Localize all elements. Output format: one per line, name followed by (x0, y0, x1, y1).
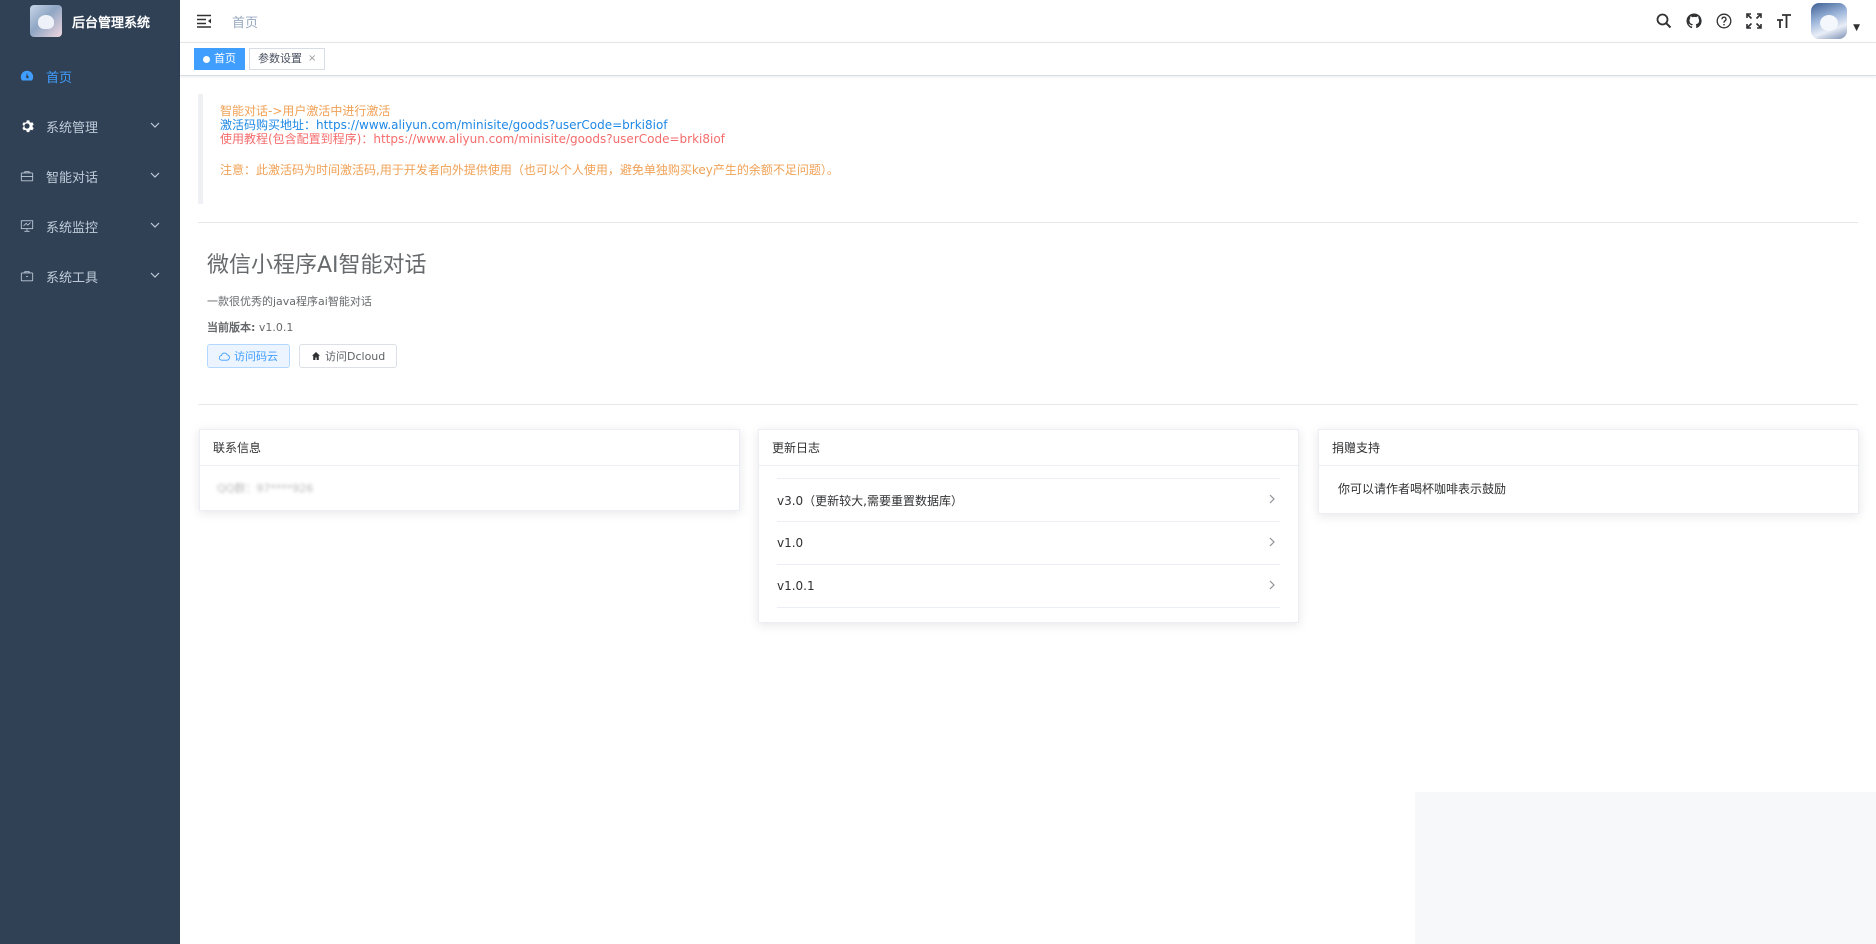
visit-dcloud-button[interactable]: 访问Dcloud (299, 344, 398, 368)
dashboard-icon (20, 69, 34, 83)
search-icon[interactable] (1655, 12, 1673, 30)
version-info: 当前版本: v1.0.1 (207, 319, 427, 335)
contact-card: 联系信息 QQ群：97****926 (199, 429, 740, 511)
activation-notice: 智能对话->用户激活中进行激活 激活码购买地址：https://www.aliy… (198, 94, 1858, 204)
chevron-right-icon (1268, 579, 1276, 593)
divider (198, 404, 1858, 405)
contact-card-body: QQ群：97****926 (200, 466, 739, 510)
toolbox-icon (20, 269, 34, 283)
changelog-item-label: v3.0（更新较大,需要重置数据库） (777, 493, 964, 508)
sidebar-item-label: 系统监控 (46, 220, 99, 236)
navbar-actions: ▼ (1649, 0, 1876, 42)
notice-line-activate: 智能对话->用户激活中进行激活 (220, 104, 391, 118)
github-icon[interactable] (1685, 12, 1703, 30)
monitor-icon (20, 219, 34, 233)
intro-section: 微信小程序AI智能对话 一款很优秀的java程序ai智能对话 当前版本: v1.… (207, 247, 427, 368)
version-value: v1.0.1 (258, 321, 294, 334)
intro-buttons: 访问码云 访问Dcloud (207, 344, 427, 368)
visit-gitee-label: 访问码云 (234, 350, 278, 363)
sidebar-item-smart-chat[interactable]: 智能对话 (0, 151, 180, 201)
chevron-down-icon (150, 169, 160, 184)
main-area: 首页 ▼ 首页 参数设置 × 智能对话->用户激活中进行激活 激活码购买地址：h… (180, 0, 1876, 944)
tag-label: 参数设置 (258, 52, 302, 65)
sidebar-item-system-management[interactable]: 系统管理 (0, 101, 180, 151)
sidebar-item-system-monitor[interactable]: 系统监控 (0, 201, 180, 251)
navbar: 首页 ▼ (180, 0, 1876, 42)
notice-line-tutorial-link[interactable]: 使用教程(包含配置到程序)：https://www.aliyun.com/min… (220, 132, 1858, 146)
changelog-item[interactable]: v3.0（更新较大,需要重置数据库） (777, 479, 1280, 522)
changelog-card: 更新日志 v3.0（更新较大,需要重置数据库） v1.0 v1.0.1 (758, 429, 1299, 623)
visit-dcloud-label: 访问Dcloud (325, 350, 386, 363)
sidebar-menu: 首页 系统管理 智能对话 系统监控 系统工具 (0, 51, 180, 301)
hamburger-icon[interactable] (194, 11, 214, 31)
background-panel (1415, 792, 1876, 944)
intro-description: 一款很优秀的java程序ai智能对话 (207, 295, 372, 308)
logo[interactable]: 后台管理系统 (0, 0, 180, 42)
changelog-item-label: v1.0.1 (777, 579, 815, 593)
tag-label: 首页 (214, 52, 236, 65)
logo-image (30, 5, 62, 37)
active-dot-icon (203, 55, 210, 63)
sidebar: 后台管理系统 首页 系统管理 智能对话 系统监控 系统工具 (0, 0, 180, 944)
briefcase-icon (20, 169, 34, 183)
tags-view: 首页 参数设置 × (180, 42, 1876, 76)
dashboard-content: 智能对话->用户激活中进行激活 激活码购买地址：https://www.aliy… (180, 77, 1876, 944)
donate-text: 你可以请作者喝杯咖啡表示鼓励 (1338, 482, 1507, 496)
breadcrumb: 首页 (232, 15, 259, 31)
version-label: 当前版本: (207, 321, 256, 334)
contact-text: QQ群：97****926 (217, 482, 314, 495)
tag-param-settings[interactable]: 参数设置 × (249, 48, 326, 70)
chevron-down-icon (150, 119, 160, 134)
fullscreen-icon[interactable] (1745, 12, 1763, 30)
sidebar-item-label: 系统管理 (46, 120, 99, 136)
caret-down-icon[interactable]: ▼ (1853, 23, 1860, 33)
app-title: 后台管理系统 (72, 15, 151, 31)
close-icon[interactable]: × (308, 49, 316, 69)
sidebar-item-system-tools[interactable]: 系统工具 (0, 251, 180, 301)
chevron-down-icon (150, 269, 160, 284)
changelog-collapse: v3.0（更新较大,需要重置数据库） v1.0 v1.0.1 (777, 478, 1280, 608)
sidebar-item-label: 智能对话 (46, 170, 99, 186)
sidebar-item-home[interactable]: 首页 (0, 51, 180, 101)
changelog-body: v3.0（更新较大,需要重置数据库） v1.0 v1.0.1 (759, 466, 1298, 622)
donate-card-body: 你可以请作者喝杯咖啡表示鼓励 (1319, 466, 1858, 513)
avatar[interactable] (1811, 3, 1848, 39)
visit-gitee-button[interactable]: 访问码云 (207, 344, 290, 368)
home-icon (311, 351, 321, 361)
chevron-down-icon (150, 219, 160, 234)
gear-icon (20, 119, 34, 133)
notice-line-purchase-link[interactable]: 激活码购买地址：https://www.aliyun.com/minisite/… (220, 118, 1858, 132)
changelog-item[interactable]: v1.0.1 (777, 565, 1280, 608)
cloud-icon (219, 352, 230, 361)
chevron-right-icon (1268, 536, 1276, 550)
sidebar-item-label: 首页 (46, 70, 73, 86)
contact-card-title: 联系信息 (200, 430, 739, 466)
page-title: 微信小程序AI智能对话 (207, 253, 427, 278)
font-size-icon[interactable] (1775, 12, 1793, 30)
divider (198, 222, 1858, 223)
chevron-right-icon (1268, 493, 1276, 507)
donate-card-title: 捐赠支持 (1319, 430, 1858, 466)
donate-card: 捐赠支持 你可以请作者喝杯咖啡表示鼓励 (1318, 429, 1859, 514)
notice-line-warning: 注意：此激活码为时间激活码,用于开发者向外提供使用（也可以个人使用，避免单独购买… (220, 163, 839, 177)
sidebar-item-label: 系统工具 (46, 270, 99, 286)
changelog-card-title: 更新日志 (759, 430, 1298, 466)
tag-home[interactable]: 首页 (194, 48, 245, 70)
question-icon[interactable] (1715, 12, 1733, 30)
changelog-item-label: v1.0 (777, 536, 804, 550)
changelog-item[interactable]: v1.0 (777, 522, 1280, 565)
